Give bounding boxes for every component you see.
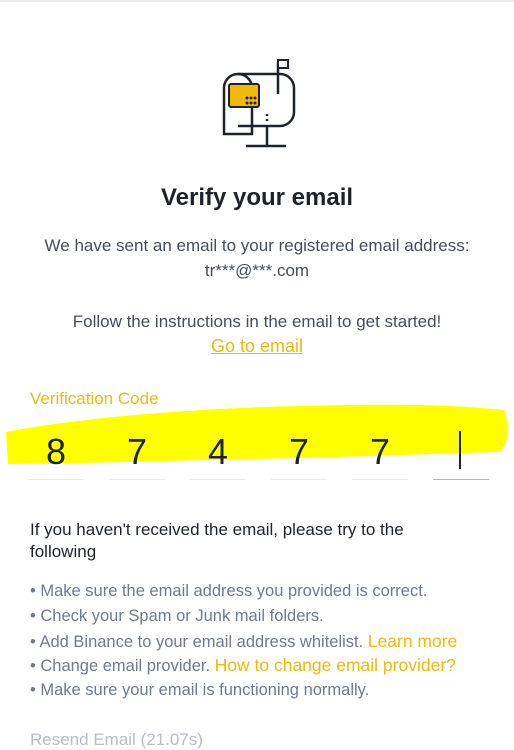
instructions-text: Follow the instructions in the email to …	[72, 312, 442, 331]
change-provider-link[interactable]: How to change email provider?	[215, 655, 456, 675]
tips-list: • Make sure the email address you provid…	[30, 579, 510, 703]
tip-item: • Add Binance to your email address whit…	[30, 630, 458, 651]
resend-email-button[interactable]: Resend Email (21.07s)	[30, 730, 203, 750]
code-digit-3[interactable]: 4	[190, 425, 246, 480]
tip-item: • Make sure your email is functioning no…	[30, 681, 370, 700]
text-caret	[459, 431, 461, 469]
help-title: If you haven't received the email, pleas…	[30, 520, 404, 561]
verification-code-input[interactable]: 8 7 4 7 7	[28, 425, 492, 481]
mailbox-icon	[214, 56, 304, 150]
sent-message: We have sent an email to your registered…	[44, 236, 470, 255]
code-digit-5[interactable]: 7	[352, 425, 408, 480]
code-digit-4[interactable]: 7	[271, 425, 327, 480]
tip-item: • Make sure the email address you provid…	[30, 582, 428, 600]
page-title: Verify your email	[160, 184, 354, 211]
code-digit-1[interactable]: 8	[28, 425, 84, 480]
masked-email: tr***@***.com	[204, 261, 310, 280]
code-digit-6[interactable]	[433, 425, 489, 480]
code-digit-2[interactable]: 7	[109, 425, 165, 480]
tip-item: • Check your Spam or Junk mail folders.	[30, 606, 324, 625]
tip-item: • Change email provider. How to change e…	[30, 655, 456, 676]
learn-more-link[interactable]: Learn more	[368, 631, 458, 651]
top-divider	[0, 0, 514, 2]
go-to-email-link[interactable]: Go to email	[211, 336, 303, 356]
